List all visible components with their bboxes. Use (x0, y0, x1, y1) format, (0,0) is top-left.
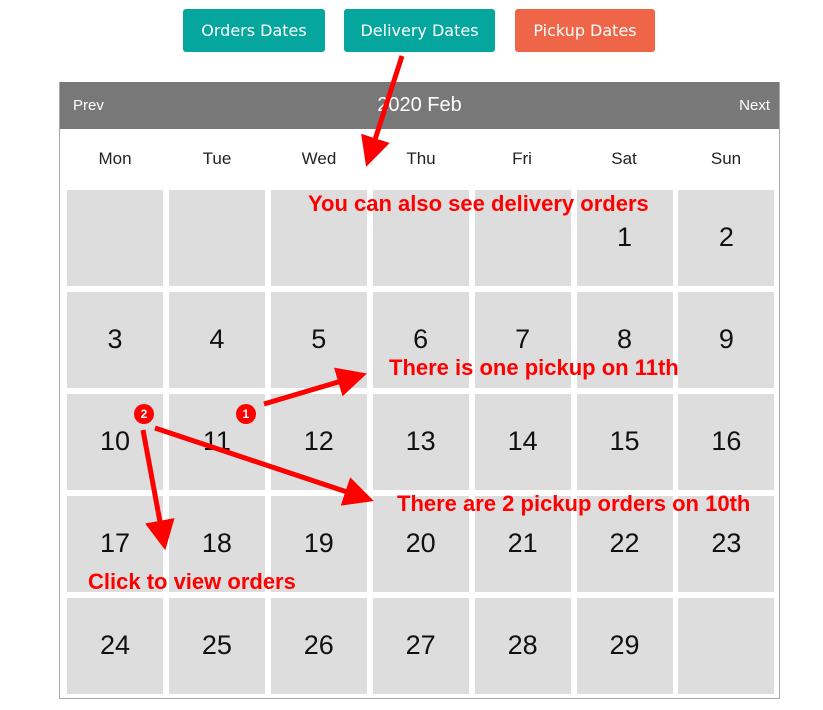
weekday-label: Tue (202, 149, 232, 168)
day-number: 28 (507, 629, 538, 660)
pickup-dates-button[interactable]: Pickup Dates (515, 9, 655, 52)
day-cell[interactable]: 25 (168, 597, 265, 694)
day-cell[interactable]: 26 (270, 597, 367, 694)
day-cell[interactable]: 11 1 (168, 393, 265, 490)
weekday-label: Wed (301, 149, 337, 168)
calendar: Prev 2020 Feb Next Mon Tue Wed Thu Fri S… (59, 82, 780, 699)
weekday-label: Sat (611, 149, 637, 168)
calendar-title: 2020 Feb (377, 94, 462, 116)
day-cell[interactable]: 14 (474, 393, 571, 490)
day-cell[interactable]: 16 (678, 393, 775, 490)
day-number: 4 (209, 323, 225, 354)
day-cell[interactable]: 12 (270, 393, 367, 490)
day-number: 14 (507, 425, 538, 456)
day-cell[interactable]: 5 (270, 291, 367, 388)
day-cell[interactable]: 27 (372, 597, 469, 694)
day-number: 6 (413, 323, 429, 354)
annotation-pickup-10-note: There are 2 pickup orders on 10th (397, 491, 751, 516)
day-number: 27 (405, 629, 436, 660)
day-number: 19 (303, 527, 334, 558)
day-number: 15 (609, 425, 640, 456)
day-number: 2 (718, 222, 734, 252)
day-number: 29 (609, 629, 640, 660)
day-number: 18 (201, 527, 232, 558)
annotation-delivery-note: You can also see delivery orders (308, 191, 649, 216)
day-cell[interactable]: 24 (67, 597, 163, 694)
day-number: 9 (718, 323, 734, 354)
weekday-row: Mon Tue Wed Thu Fri Sat Sun (60, 129, 779, 189)
day-number: 23 (711, 527, 742, 558)
calendar-header: Prev 2020 Feb Next (60, 82, 779, 129)
next-month-button[interactable]: Next (739, 97, 770, 114)
day-cell[interactable]: 9 (678, 291, 775, 388)
annotation-pickup-11-note: There is one pickup on 11th (389, 355, 679, 380)
day-number: 13 (405, 425, 436, 456)
day-number: 24 (99, 629, 131, 660)
empty-cell (168, 190, 265, 286)
day-cell[interactable]: 13 (372, 393, 469, 490)
day-cell[interactable]: 29 (576, 597, 673, 694)
day-cell[interactable]: 10 2 (67, 393, 163, 490)
day-cell[interactable]: 3 (67, 291, 163, 388)
day-number: 5 (311, 323, 327, 354)
day-number: 3 (107, 323, 123, 354)
day-number: 16 (711, 425, 742, 456)
day-cell[interactable]: 28 (474, 597, 571, 694)
day-cell[interactable]: 4 (168, 291, 265, 388)
empty-cell (67, 190, 163, 286)
day-number: 1 (616, 222, 633, 252)
weekday-label: Fri (512, 149, 532, 168)
day-number: 7 (515, 323, 531, 354)
day-number: 17 (99, 527, 131, 558)
day-number: 21 (507, 527, 538, 558)
day-cell[interactable]: 15 (576, 393, 673, 490)
day-cell[interactable]: 2 (678, 190, 775, 286)
orders-dates-button[interactable]: Orders Dates (183, 9, 325, 52)
weekday-label: Sun (710, 149, 742, 168)
annotation-click-note: Click to view orders (88, 569, 296, 594)
day-number: 25 (201, 629, 232, 660)
day-number: 8 (616, 323, 633, 354)
day-number: 22 (609, 527, 640, 558)
day-number: 26 (303, 629, 334, 660)
weekday-label: Mon (98, 149, 132, 168)
empty-cell (678, 597, 775, 694)
day-number: 20 (405, 527, 436, 558)
day-number: 12 (303, 425, 334, 456)
day-number: 10 (99, 425, 131, 456)
weekday-label: Thu (406, 149, 436, 168)
delivery-dates-button[interactable]: Delivery Dates (344, 9, 495, 52)
order-count-badge[interactable]: 2 (134, 403, 154, 424)
order-count-badge[interactable]: 1 (235, 403, 256, 424)
day-number: 11 (202, 425, 231, 456)
